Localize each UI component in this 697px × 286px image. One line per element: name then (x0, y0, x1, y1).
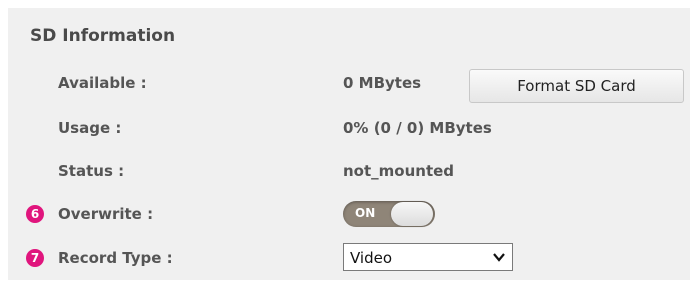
usage-value: 0% (0 / 0) MBytes (343, 119, 492, 137)
format-sd-card-button[interactable]: Format SD Card (469, 69, 684, 103)
record-type-label: Record Type : (58, 249, 173, 267)
toggle-on-text: ON (355, 206, 376, 220)
overwrite-toggle[interactable]: ON (343, 201, 435, 227)
toggle-knob (391, 202, 433, 226)
record-type-selected-value: Video (350, 249, 393, 267)
record-type-select[interactable]: Video (343, 243, 513, 271)
step-7-badge: 7 (26, 249, 44, 267)
available-label: Available : (58, 74, 147, 92)
available-value: 0 MBytes (343, 74, 422, 92)
step-6-badge: 6 (26, 205, 44, 223)
status-value: not_mounted (343, 162, 455, 180)
section-title: SD Information (30, 26, 176, 46)
chevron-down-icon (493, 253, 505, 262)
status-label: Status : (58, 162, 125, 180)
sd-information-panel: SD Information Available : 0 MBytes Form… (8, 8, 690, 280)
usage-label: Usage : (58, 119, 122, 137)
overwrite-label: Overwrite : (58, 205, 154, 223)
